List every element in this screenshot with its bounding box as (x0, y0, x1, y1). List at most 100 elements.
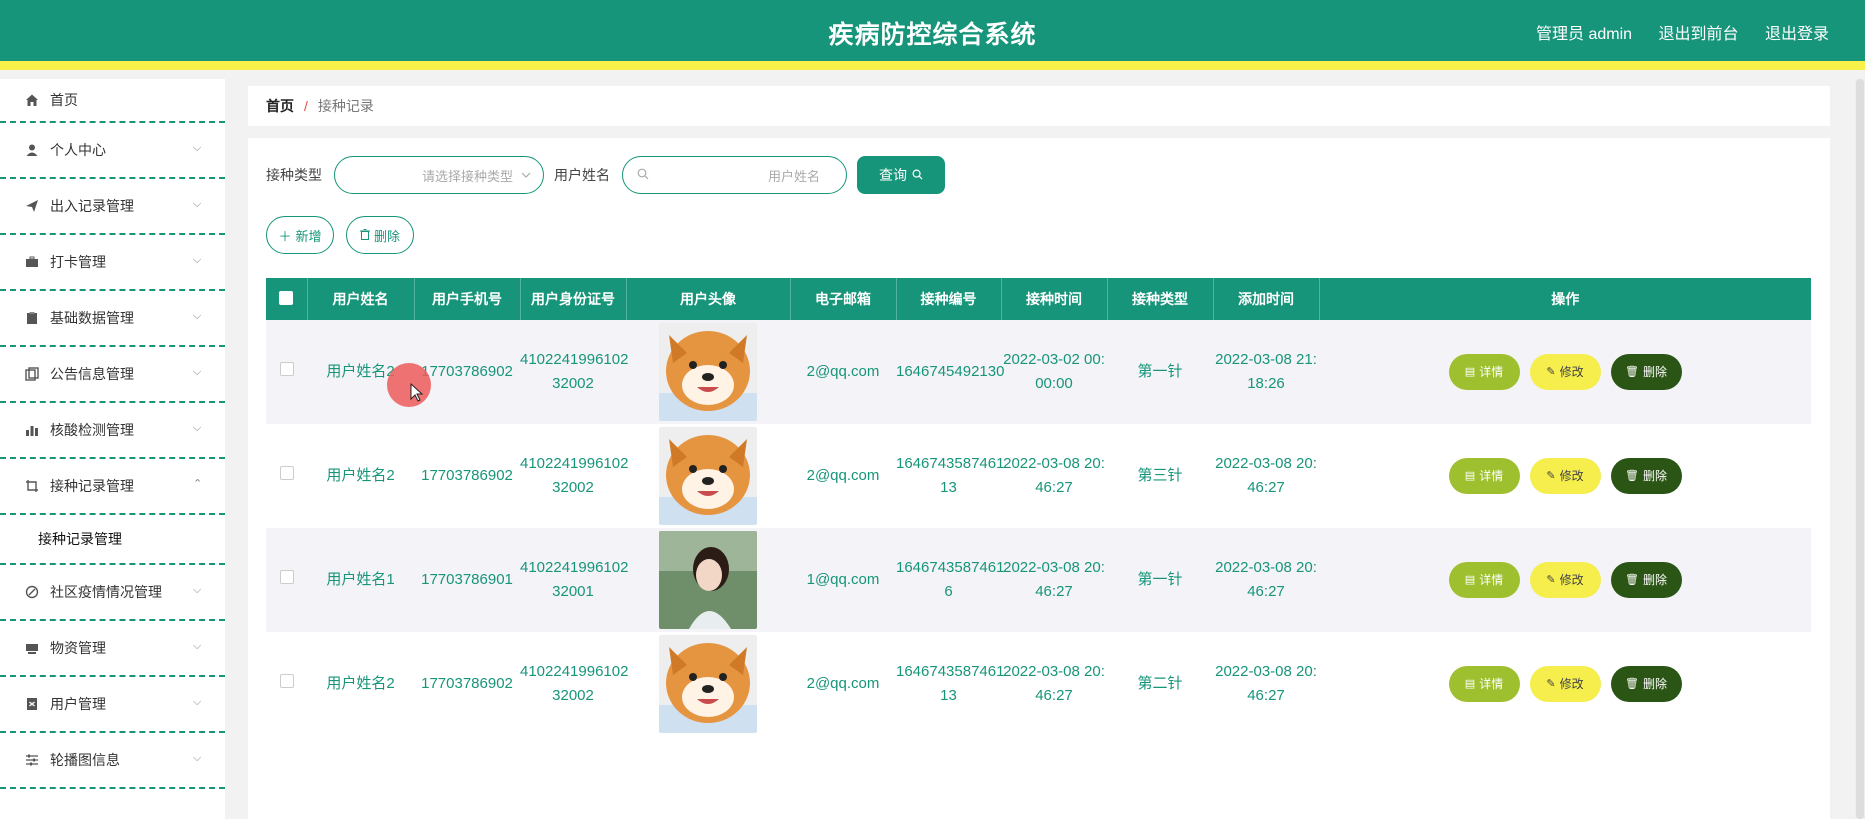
vaccine-type-cell: 第三针 (1107, 424, 1213, 528)
vaccine-type-select[interactable]: 请选择接种类型 (334, 156, 544, 194)
sliders-icon (24, 752, 40, 768)
row-select-cell[interactable] (266, 424, 307, 528)
row-select-cell[interactable] (266, 320, 307, 424)
select-all-cell[interactable] (266, 278, 308, 320)
row-delete-button[interactable]: 🗑 删除 (1610, 458, 1682, 494)
home-icon (24, 92, 40, 108)
sidebar-item-home[interactable]: 首页 (0, 79, 225, 123)
add-button[interactable]: ＋ 新增 (266, 216, 334, 254)
detail-button-label: 详情 (1479, 573, 1504, 587)
user-name-cell: 用户姓名2 (307, 424, 414, 528)
row-delete-button[interactable]: 🗑 删除 (1610, 666, 1682, 702)
query-button-label: 查询 (879, 167, 907, 183)
row-select-cell[interactable] (266, 632, 307, 736)
added-time-line1: 2022-03-08 20: (1215, 663, 1317, 680)
detail-button[interactable]: ▤ 详情 (1448, 354, 1520, 390)
edit-button[interactable]: ✎ 修改 (1529, 354, 1601, 390)
row-delete-button[interactable]: 🗑 删除 (1610, 354, 1682, 390)
vaccine-type-label: 接种类型 (266, 167, 322, 183)
detail-button[interactable]: ▤ 详情 (1448, 562, 1520, 598)
detail-button[interactable]: ▤ 详情 (1448, 666, 1520, 702)
delete-button[interactable]: 删除 (346, 216, 414, 254)
chevron-down-icon: ⌵ (193, 696, 202, 708)
logout-link[interactable]: 退出登录 (1765, 26, 1829, 43)
column-header: 用户姓名 (307, 278, 415, 320)
compass-icon (24, 584, 40, 600)
sidebar-item-vaccination[interactable]: 接种记录管理 ⌃ (0, 459, 225, 515)
vaccine-code-line2: 13 (940, 479, 957, 496)
column-header: 操作 (1319, 278, 1811, 320)
clipboard-icon (24, 310, 40, 326)
avatar-image (659, 635, 757, 733)
sidebar-item-personal-center[interactable]: 个人中心 ⌵ (0, 123, 225, 179)
sidebar-item-supplies[interactable]: 物资管理 ⌵ (0, 621, 225, 677)
vaccine-time-line2: 00:00 (1035, 375, 1073, 392)
avatar-image (659, 427, 757, 525)
added-time-line2: 46:27 (1247, 583, 1285, 600)
top-bar: 疾病防控综合系统 管理员 admin 退出到前台 退出登录 (0, 0, 1865, 70)
avatar-cell (626, 424, 790, 528)
user-name-input[interactable]: 用户姓名 (622, 156, 847, 194)
added-time-cell: 2022-03-08 20: 46:27 (1213, 424, 1319, 528)
table-row: 用户姓名2 17703786902 4102241996102 32002 2@qq.c… (266, 632, 1811, 736)
scrollbar-thumb[interactable] (1856, 79, 1864, 819)
vaccine-time-cell: 2022-03-08 20: 46:27 (1001, 632, 1107, 736)
avatar-image (659, 323, 757, 421)
id-number-cell: 4102241996102 32002 (520, 632, 628, 736)
query-button[interactable]: 查询 (857, 156, 945, 194)
row-checkbox[interactable] (279, 674, 294, 688)
chevron-down-icon: ⌵ (193, 422, 202, 434)
chevron-down-icon: ⌵ (193, 254, 202, 266)
added-time-cell: 2022-03-08 20: 46:27 (1213, 632, 1319, 736)
row-select-cell[interactable] (266, 528, 307, 632)
row-checkbox[interactable] (279, 466, 294, 480)
added-time-cell: 2022-03-08 21: 18:26 (1213, 320, 1319, 424)
sidebar-subitem-vaccination-records[interactable]: 接种记录管理 (0, 515, 225, 565)
id-number-line1: 4102241996102 (520, 559, 629, 576)
sidebar-item-entry-records[interactable]: 出入记录管理 ⌵ (0, 179, 225, 235)
vaccine-code-line1: 1646743587461 (896, 663, 1005, 680)
select-all-checkbox[interactable] (279, 290, 294, 305)
sidebar-item-community-epidemic[interactable]: 社区疫情情况管理 ⌵ (0, 565, 225, 621)
email-cell: 2@qq.com (790, 632, 896, 736)
vaccine-type-placeholder: 请选择接种类型 (421, 168, 513, 184)
sidebar-item-label: 接种记录管理 (50, 478, 134, 494)
vaccine-time-line1: 2022-03-08 20: (1003, 559, 1105, 576)
email-cell: 1@qq.com (790, 528, 896, 632)
vaccine-time-line1: 2022-03-08 20: (1003, 663, 1105, 680)
sidebar-item-users[interactable]: 用户管理 ⌵ (0, 677, 225, 733)
added-time-line2: 46:27 (1247, 687, 1285, 704)
sidebar-item-nucleic-test[interactable]: 核酸检测管理 ⌵ (0, 403, 225, 459)
edit-button[interactable]: ✎ 修改 (1529, 458, 1601, 494)
id-number-line2: 32001 (552, 583, 594, 600)
edit-button-label: 修改 (1559, 573, 1584, 587)
search-icon (637, 168, 649, 183)
sidebar-item-checkin[interactable]: 打卡管理 ⌵ (0, 235, 225, 291)
chevron-down-icon: ⌵ (193, 752, 202, 764)
exit-to-front-link[interactable]: 退出到前台 (1659, 26, 1739, 43)
added-time-line2: 18:26 (1247, 375, 1285, 392)
page-scrollbar[interactable] (1855, 79, 1865, 819)
chevron-down-icon: ⌵ (193, 640, 202, 652)
edit-button[interactable]: ✎ 修改 (1529, 562, 1601, 598)
chevron-up-icon: ⌃ (193, 478, 203, 490)
document-icon: ▤ (1464, 470, 1476, 482)
admin-label[interactable]: 管理员 admin (1536, 26, 1632, 43)
sidebar-item-carousel[interactable]: 轮播图信息 ⌵ (0, 733, 225, 789)
edit-button[interactable]: ✎ 修改 (1529, 666, 1601, 702)
sidebar-item-basic-data[interactable]: 基础数据管理 ⌵ (0, 291, 225, 347)
chevron-down-icon: ⌵ (193, 310, 202, 322)
row-checkbox[interactable] (279, 362, 294, 376)
phone-cell: 17703786901 (414, 528, 520, 632)
row-checkbox[interactable] (279, 570, 294, 584)
breadcrumb-home[interactable]: 首页 (266, 96, 294, 116)
sidebar-item-label: 基础数据管理 (50, 310, 134, 326)
row-delete-button[interactable]: 🗑 删除 (1610, 562, 1682, 598)
detail-button[interactable]: ▤ 详情 (1448, 458, 1520, 494)
sidebar-item-label: 轮播图信息 (50, 752, 120, 768)
vaccine-code-cell: 1646743587461 13 (896, 424, 1004, 528)
trash-icon (359, 228, 370, 243)
sidebar-item-announcements[interactable]: 公告信息管理 ⌵ (0, 347, 225, 403)
added-time-cell: 2022-03-08 20: 46:27 (1213, 528, 1319, 632)
column-header: 用户身份证号 (520, 278, 627, 320)
